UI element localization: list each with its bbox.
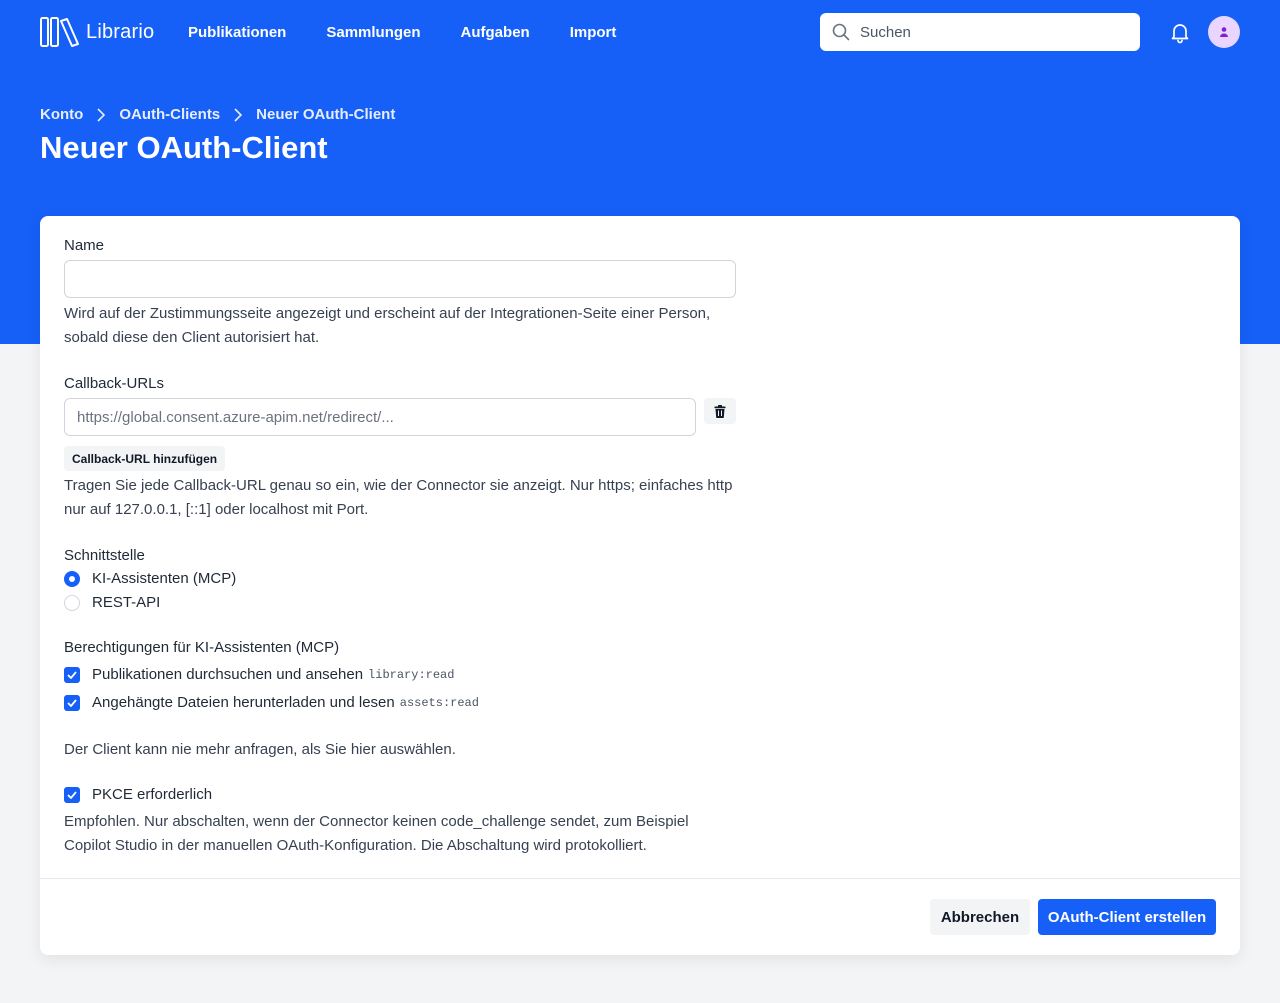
- app-logo[interactable]: Librario: [40, 17, 154, 47]
- nav-link-import[interactable]: Import: [570, 24, 617, 41]
- checkmark-icon: [67, 670, 77, 679]
- checkbox-assets-read[interactable]: [64, 694, 80, 711]
- permissions-label: Berechtigungen für KI-Assistenten (MCP): [64, 639, 340, 656]
- interface-option-rest[interactable]: REST-API: [64, 594, 160, 611]
- footer-divider: [40, 878, 1240, 879]
- search-box: [820, 13, 1140, 51]
- top-navigation: Librario Publikationen Sammlungen Aufgab…: [0, 0, 1280, 64]
- interface-option-mcp[interactable]: KI-Assistenten (MCP): [64, 570, 236, 587]
- cancel-button[interactable]: Abbrechen: [930, 899, 1030, 935]
- name-label: Name: [64, 237, 105, 254]
- pkce-option[interactable]: PKCE erforderlich: [64, 786, 212, 803]
- callback-url-input[interactable]: [64, 398, 696, 436]
- radio-mcp-label: KI-Assistenten (MCP): [92, 570, 237, 587]
- callback-urls-help: Tragen Sie jede Callback-URL genau so ei…: [64, 477, 733, 518]
- search-icon: [832, 23, 850, 41]
- checkbox-pkce[interactable]: [64, 786, 80, 803]
- radio-mcp[interactable]: [64, 570, 80, 587]
- callback-urls-label: Callback-URLs: [64, 375, 165, 392]
- chevron-right-icon: [234, 107, 243, 122]
- interface-label: Schnittstelle: [64, 547, 145, 564]
- pkce-label: PKCE erforderlich: [92, 786, 213, 803]
- nav-link-publikationen[interactable]: Publikationen: [188, 24, 286, 41]
- bell-icon[interactable]: [1168, 20, 1192, 44]
- checkbox-library-read[interactable]: [64, 666, 80, 683]
- form-card: Name Wird auf der Zustimmungsseite angez…: [40, 216, 1240, 955]
- nav-links: Publikationen Sammlungen Aufgaben Import: [188, 0, 616, 64]
- user-icon: [1220, 27, 1228, 37]
- scope-library-read: library:read: [368, 667, 455, 682]
- checkmark-icon: [67, 790, 77, 799]
- permission-library-read-label: Publikationen durchsuchen und ansehen: [92, 666, 364, 683]
- nav-link-sammlungen[interactable]: Sammlungen: [326, 24, 420, 41]
- user-avatar[interactable]: [1208, 16, 1240, 48]
- radio-rest[interactable]: [64, 594, 80, 611]
- name-help: Wird auf der Zustimmungsseite angezeigt …: [64, 305, 711, 346]
- permission-assets-read[interactable]: Angehängte Dateien herunterladen und les…: [64, 694, 479, 711]
- breadcrumb-current: Neuer OAuth-Client: [256, 106, 396, 123]
- permissions-help: Der Client kann nie mehr anfragen, als S…: [64, 741, 456, 758]
- chevron-right-icon: [97, 107, 106, 122]
- create-oauth-client-button[interactable]: OAuth-Client erstellen: [1038, 899, 1216, 935]
- nav-link-aufgaben[interactable]: Aufgaben: [461, 24, 530, 41]
- scope-assets-read: assets:read: [399, 695, 479, 710]
- search-input[interactable]: [860, 14, 1140, 50]
- breadcrumb-konto[interactable]: Konto: [40, 106, 83, 123]
- delete-callback-button[interactable]: [704, 398, 736, 424]
- librario-logo-icon: [40, 17, 79, 47]
- pkce-help: Empfohlen. Nur abschalten, wenn der Conn…: [64, 813, 689, 854]
- permission-library-read[interactable]: Publikationen durchsuchen und ansehen li…: [64, 666, 454, 683]
- checkmark-icon: [67, 698, 77, 707]
- breadcrumb: Konto OAuth-Clients Neuer OAuth-Client: [40, 106, 395, 123]
- app-name: Librario: [86, 20, 155, 43]
- page-title: Neuer OAuth-Client: [40, 130, 328, 165]
- breadcrumb-oauth-clients[interactable]: OAuth-Clients: [119, 106, 220, 123]
- name-input[interactable]: [64, 260, 736, 298]
- trash-icon: [714, 404, 726, 418]
- radio-rest-label: REST-API: [92, 594, 161, 611]
- permission-assets-read-label: Angehängte Dateien herunterladen und les…: [92, 694, 395, 711]
- add-callback-url-button[interactable]: Callback-URL hinzufügen: [64, 446, 226, 471]
